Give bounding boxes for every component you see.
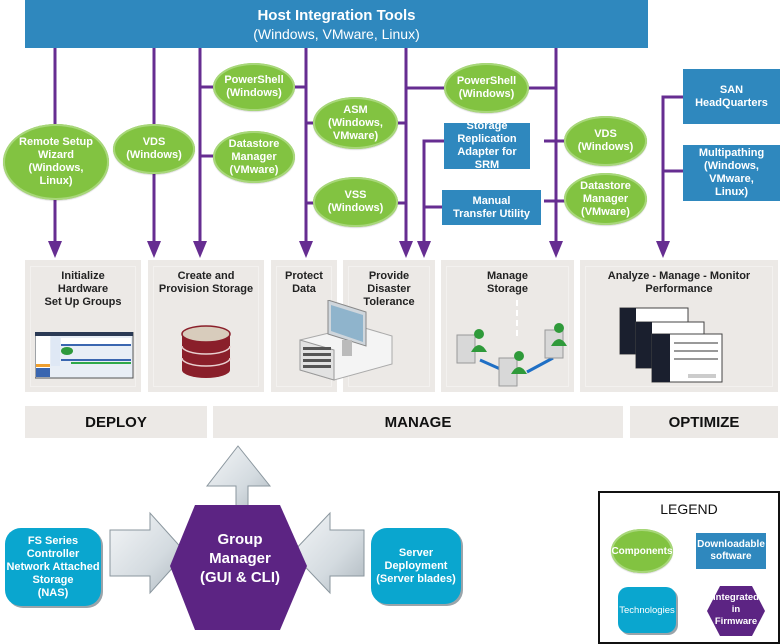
arrow-up-to-manage — [205, 445, 272, 511]
legend-title: LEGEND — [660, 501, 718, 517]
legend-technologies: Technologies — [618, 587, 676, 633]
legend-downloadable-software: Downloadable software — [696, 533, 766, 569]
legend-components: Components — [611, 529, 673, 573]
legend-integrated-firmware: Integrated in Firmware — [713, 592, 759, 627]
technology-fs-series-nas: FS Series Controller Network Attached Stora… — [5, 528, 101, 606]
technology-server-deployment: Server Deployment (Server blades) — [371, 528, 461, 604]
legend-box: LEGEND Components Downloadable software T… — [598, 491, 780, 644]
group-manager-label: Group Manager (GUI & CLI) — [200, 531, 280, 586]
